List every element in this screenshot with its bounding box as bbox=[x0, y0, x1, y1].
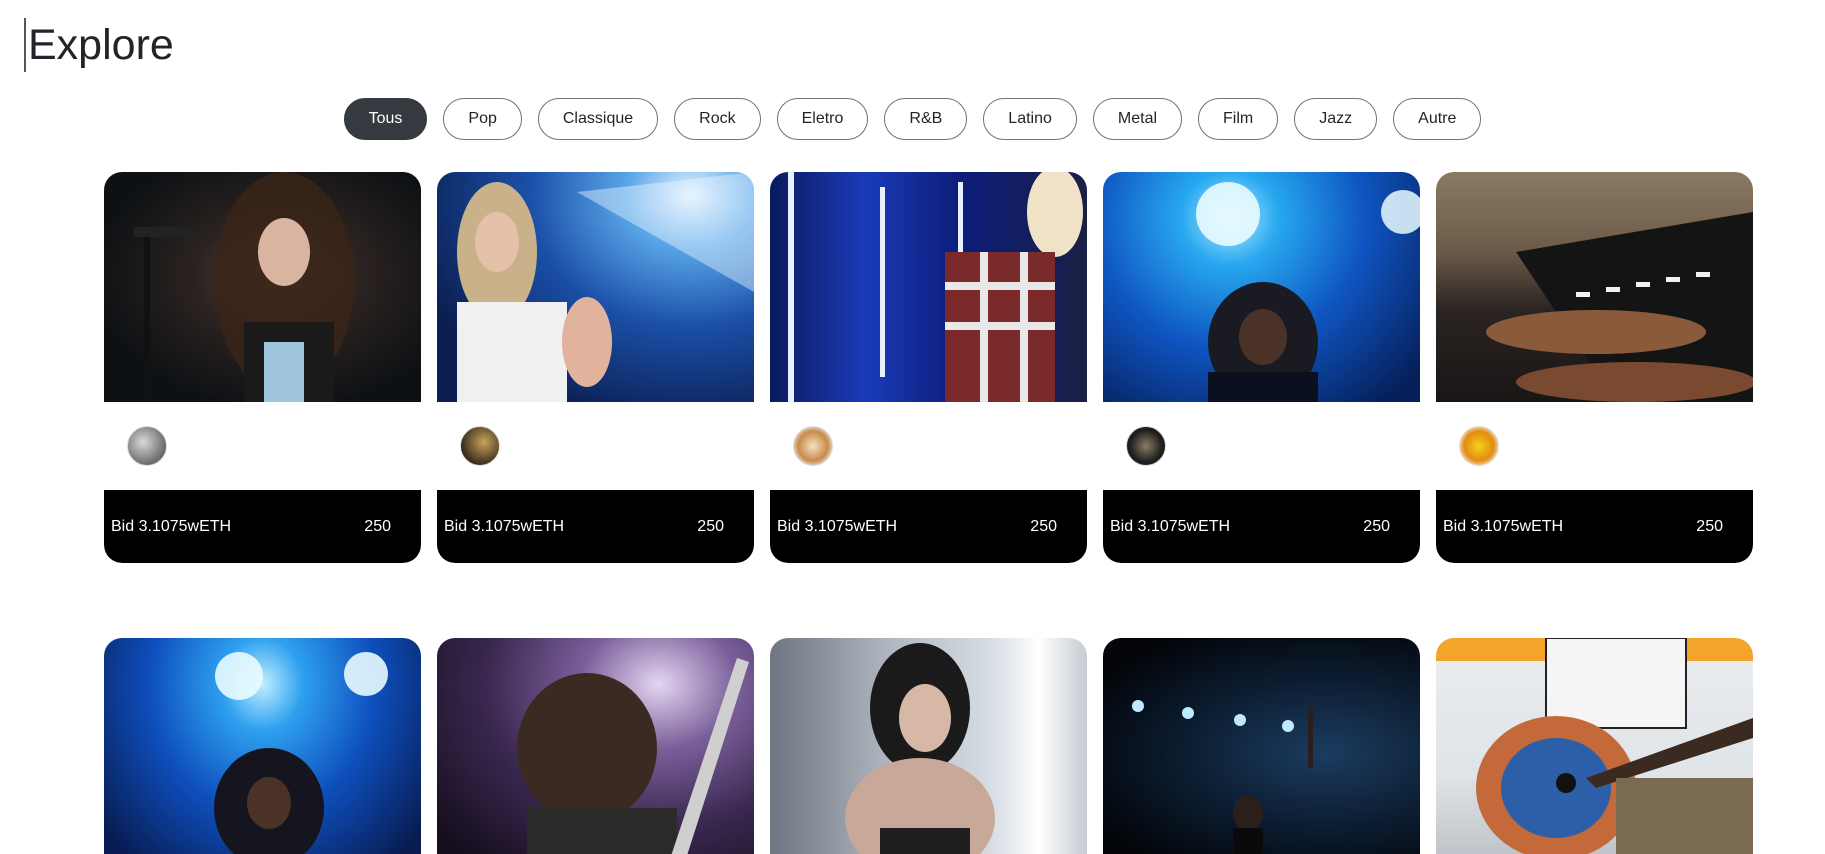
card-creator-area bbox=[437, 402, 754, 490]
bid-count: 250 bbox=[1363, 517, 1390, 535]
bid-count: 250 bbox=[1030, 517, 1057, 535]
card-image-guitarist[interactable] bbox=[437, 638, 754, 854]
card-creator-area bbox=[770, 402, 1087, 490]
card-image-singer-stage-lights[interactable] bbox=[437, 172, 754, 402]
card-footer: Bid 3.1075wETH 250 bbox=[1103, 490, 1420, 563]
nft-card[interactable] bbox=[437, 638, 754, 854]
card-footer: Bid 3.1075wETH 250 bbox=[437, 490, 754, 563]
nft-card[interactable]: Bid 3.1075wETH 250 bbox=[770, 172, 1087, 563]
nft-card-grid-row-2 bbox=[104, 638, 1756, 854]
bitcoin-avatar-icon[interactable] bbox=[1126, 426, 1166, 466]
bid-count: 250 bbox=[1696, 517, 1723, 535]
card-image-singer-blue-lights[interactable] bbox=[104, 638, 421, 854]
card-creator-area bbox=[104, 402, 421, 490]
filter-film[interactable]: Film bbox=[1198, 98, 1279, 140]
card-image-performer-plaid-shirt[interactable] bbox=[770, 172, 1087, 402]
filter-rnb[interactable]: R&B bbox=[884, 98, 968, 140]
bid-price: Bid 3.1075wETH bbox=[1443, 517, 1564, 535]
nft-card[interactable]: Bid 3.1075wETH 250 bbox=[1436, 172, 1753, 563]
bid-price: Bid 3.1075wETH bbox=[111, 517, 232, 535]
card-image-singer-dreadlocks[interactable] bbox=[1103, 172, 1420, 402]
nft-card[interactable] bbox=[1436, 638, 1753, 854]
nft-card[interactable] bbox=[104, 638, 421, 854]
card-image-singer-dark-stage[interactable] bbox=[1103, 638, 1420, 854]
card-image-singer-tattoos[interactable] bbox=[770, 638, 1087, 854]
genre-filter-bar: Tous Pop Classique Rock Eletro R&B Latin… bbox=[0, 98, 1825, 140]
nft-card[interactable]: Bid 3.1075wETH 250 bbox=[437, 172, 754, 563]
page-title: Explore bbox=[24, 18, 174, 72]
coin-avatar-icon[interactable] bbox=[460, 426, 500, 466]
bid-price: Bid 3.1075wETH bbox=[444, 517, 565, 535]
card-creator-area bbox=[1103, 402, 1420, 490]
nft-card[interactable] bbox=[770, 638, 1087, 854]
bid-count: 250 bbox=[697, 517, 724, 535]
nft-card[interactable] bbox=[1103, 638, 1420, 854]
card-creator-area bbox=[1436, 402, 1753, 490]
food-avatar-icon[interactable] bbox=[793, 426, 833, 466]
filter-classique[interactable]: Classique bbox=[537, 98, 659, 140]
filter-jazz[interactable]: Jazz bbox=[1294, 98, 1378, 140]
coin-avatar-icon[interactable] bbox=[1459, 426, 1499, 466]
card-footer: Bid 3.1075wETH 250 bbox=[1436, 490, 1753, 563]
bid-count: 250 bbox=[364, 517, 391, 535]
card-footer: Bid 3.1075wETH 250 bbox=[770, 490, 1087, 563]
card-footer: Bid 3.1075wETH 250 bbox=[104, 490, 421, 563]
filter-eletro[interactable]: Eletro bbox=[776, 98, 869, 140]
filter-rock[interactable]: Rock bbox=[674, 98, 761, 140]
filter-autre[interactable]: Autre bbox=[1393, 98, 1482, 140]
card-image-acoustic-guitar[interactable] bbox=[1436, 638, 1753, 854]
nft-card[interactable]: Bid 3.1075wETH 250 bbox=[1103, 172, 1420, 563]
coin-avatar-icon[interactable] bbox=[127, 426, 167, 466]
card-image-singer-microphone[interactable] bbox=[104, 172, 421, 402]
explore-page: Explore Tous Pop Classique Rock Eletro R… bbox=[0, 0, 1825, 854]
bid-price: Bid 3.1075wETH bbox=[777, 517, 898, 535]
filter-metal[interactable]: Metal bbox=[1092, 98, 1183, 140]
filter-pop[interactable]: Pop bbox=[443, 98, 522, 140]
filter-tous[interactable]: Tous bbox=[343, 98, 428, 140]
filter-latino[interactable]: Latino bbox=[983, 98, 1077, 140]
nft-card-grid-row-1: Bid 3.1075wETH 250 Bid 3.1075wETH 250 Bi… bbox=[104, 172, 1756, 563]
nft-card[interactable]: Bid 3.1075wETH 250 bbox=[104, 172, 421, 563]
bid-price: Bid 3.1075wETH bbox=[1110, 517, 1231, 535]
card-image-piano-hands[interactable] bbox=[1436, 172, 1753, 402]
